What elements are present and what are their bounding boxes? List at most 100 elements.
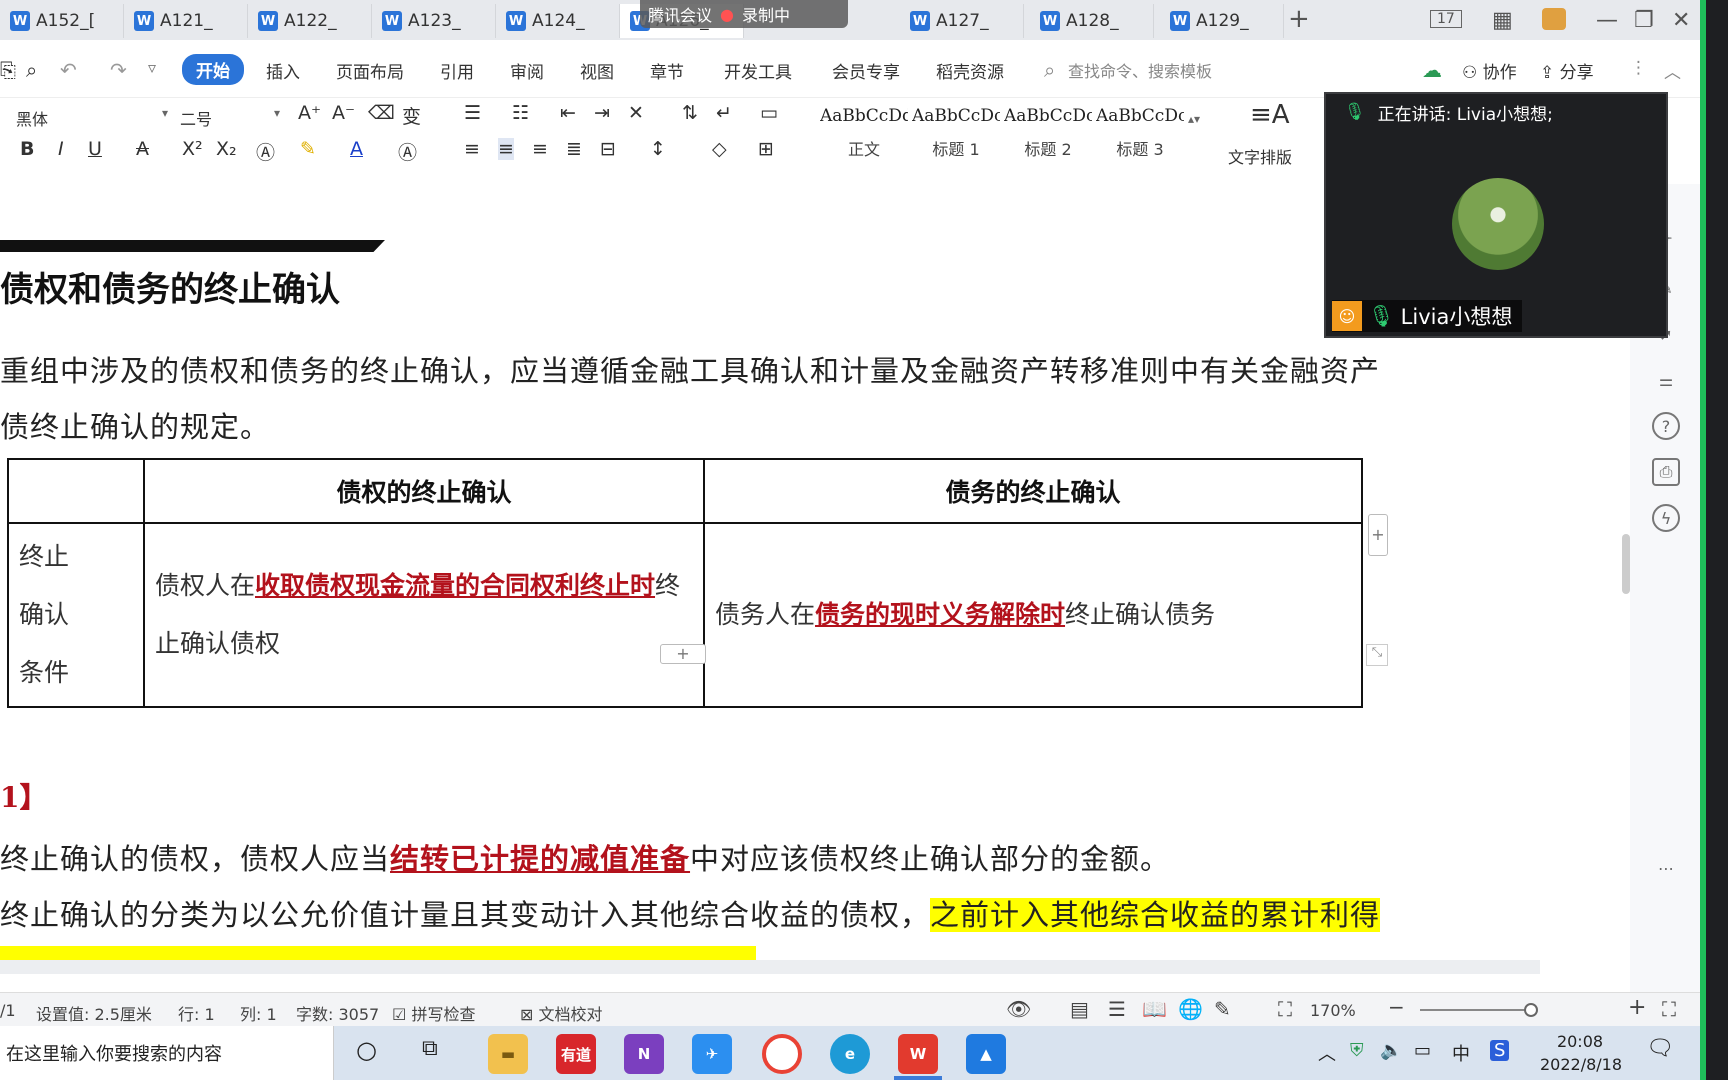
fullscreen-icon[interactable]: ⛶ [1662,997,1676,1021]
menu-member[interactable]: 会员专享 [832,58,900,83]
more-options-icon[interactable]: ⋮ [1630,58,1647,78]
chinese-layout-icon[interactable]: ✕ [628,102,644,124]
redo-icon[interactable]: ↷ [110,58,127,82]
highlight-icon[interactable]: ✎ [300,138,316,160]
align-left-icon[interactable]: ≡ [464,138,480,160]
doc-tab-3[interactable]: W A123_ [372,4,496,38]
zoom-in-button[interactable]: + [1628,995,1646,1020]
avatar[interactable] [1542,8,1566,30]
tencent-meeting-icon[interactable]: ▲ [966,1034,1006,1074]
styles-scroll-icon[interactable]: ▴▾ [1188,112,1200,126]
tray-expand-icon[interactable]: ︿ [1318,1040,1336,1066]
word-count[interactable]: 字数: 3057 [296,1001,379,1025]
subscript-button[interactable]: X₂ [216,138,237,160]
justify-icon[interactable]: ≣ [566,138,582,160]
style-heading-2[interactable]: AaBbCcDc 标题 2 [1004,106,1092,170]
doc-tab-0[interactable]: W A152_[ [0,4,124,38]
eye-protection-icon[interactable]: 👁 [1006,997,1031,1021]
shading-icon[interactable]: ◇ [712,138,727,160]
command-search-input[interactable]: 查找命令、搜索模板 [1068,58,1212,82]
outline-view-icon[interactable]: ☰ [1108,997,1126,1021]
menu-page-layout[interactable]: 页面布局 [336,58,404,83]
doc-tab-6[interactable]: W A127_ [900,4,1024,38]
clear-format-icon[interactable]: ⌫ [368,102,395,124]
menu-home[interactable]: 开始 [182,54,244,85]
sliders-icon[interactable]: ⚌ [1652,366,1680,394]
style-heading-1[interactable]: AaBbCcDc 标题 1 [912,106,1000,170]
underline-button[interactable]: U [88,138,102,160]
menu-references[interactable]: 引用 [440,58,474,83]
taskbar-search-box[interactable]: 在这里输入你要搜索的内容 [0,1026,334,1080]
ime-icon[interactable]: S [1490,1040,1510,1061]
volume-icon[interactable]: 🔈 [1380,1040,1402,1061]
more-icon[interactable]: ⋯ [1652,854,1680,882]
style-normal[interactable]: AaBbCcDd 正文 [820,106,908,170]
align-center-icon[interactable]: ≡ [498,138,514,160]
doc-tab-4[interactable]: W A124_ [496,4,620,38]
numbered-list-icon[interactable]: ☷ [512,102,529,124]
menu-review[interactable]: 审阅 [510,58,544,83]
web-view-icon[interactable]: 🌐 [1178,997,1203,1021]
feishu-icon[interactable]: ✈ [692,1034,732,1074]
collapse-ribbon-icon[interactable]: ︿ [1664,58,1681,83]
chevron-down-icon[interactable]: ▾ [162,106,168,120]
cloud-sync-icon[interactable]: ☁ [1422,58,1442,82]
meeting-recording-chip[interactable]: 腾讯会议 ● 录制中 [640,0,848,28]
menu-developer[interactable]: 开发工具 [724,58,792,83]
task-view-icon[interactable]: ⧉ [422,1036,438,1061]
doc-tab-7[interactable]: W A128_ [1030,4,1154,38]
text-layout-button[interactable]: 文字排版 [1228,144,1292,168]
char-border-icon[interactable]: Ⓐ [398,138,417,165]
zoom-slider-handle[interactable] [1524,1003,1538,1017]
borders-icon[interactable]: ⊞ [758,138,774,160]
minimize-button[interactable]: — [1596,8,1618,33]
chevron-down-icon[interactable]: ▾ [274,106,280,120]
grid-view-icon[interactable]: ▦ [1492,8,1513,33]
zoom-level-select[interactable]: 170% [1310,1001,1356,1020]
show-marks-icon[interactable]: ↵ [716,102,732,124]
grow-font-icon[interactable]: A⁺ [298,102,321,124]
network-icon[interactable]: ▭ [1414,1040,1431,1061]
new-tab-button[interactable]: + [1288,4,1310,34]
shrink-font-icon[interactable]: A⁻ [332,102,355,124]
collaborate-button[interactable]: ⚇ 协作 [1462,58,1517,83]
ruler-icon[interactable]: ▭ [760,102,778,124]
spell-check-toggle[interactable]: ☑ 拼写检查 [392,1001,475,1025]
lightning-icon[interactable]: ϟ [1652,504,1680,532]
page-view-icon[interactable]: ▤ [1070,997,1089,1021]
zoom-out-button[interactable]: − [1388,995,1405,1019]
doc-proofread-button[interactable]: ⊠ 文档校对 [520,1001,603,1025]
youdao-icon[interactable]: 有道 [556,1034,596,1074]
font-color-icon[interactable]: A [350,138,363,160]
write-view-icon[interactable]: ✎ [1214,997,1231,1021]
setting-value[interactable]: 设置值: 2.5厘米 [36,1001,152,1025]
input-method-indicator[interactable]: 中 [1452,1040,1470,1066]
add-row-button[interactable]: + [660,644,706,664]
text-layout-icon[interactable]: ≡A [1250,100,1290,130]
doc-tab-8[interactable]: W A129_ [1160,4,1284,38]
wps-icon[interactable]: W [898,1034,938,1074]
font-size-select[interactable]: 二号 [180,106,212,130]
doc-tab-1[interactable]: W A121_ [124,4,248,38]
sort-icon[interactable]: ⇅ [682,102,698,124]
doc-tab-2[interactable]: W A122_ [248,4,372,38]
recognition-table[interactable]: 债权的终止确认 债务的终止确认 终止 确认 条件 债权人在收取债权现金流量的合同… [7,458,1363,708]
browser-icon[interactable]: e [830,1034,870,1074]
notification-icon[interactable]: 🗨 [1646,1036,1674,1061]
table-resize-handle[interactable]: ⤡ [1366,644,1388,666]
onenote-icon[interactable]: N [624,1034,664,1074]
print-preview-icon[interactable]: ⌕ [26,58,37,82]
zoom-slider[interactable] [1420,1009,1530,1011]
window-count-badge[interactable]: 17 [1430,10,1462,28]
distributed-icon[interactable]: ⊟ [600,138,616,160]
strikethrough-button[interactable]: A [136,138,149,160]
quick-access-dropdown-icon[interactable]: ▿ [148,58,156,77]
bullet-list-icon[interactable]: ☰ [464,102,481,124]
add-column-button[interactable]: + [1368,514,1388,556]
file-menu-icon[interactable]: ⎘ [0,58,16,82]
decrease-indent-icon[interactable]: ⇤ [560,102,576,124]
menu-insert[interactable]: 插入 [266,58,300,83]
menu-view[interactable]: 视图 [580,58,614,83]
menu-chapter[interactable]: 章节 [650,58,684,83]
bold-button[interactable]: B [20,138,34,160]
